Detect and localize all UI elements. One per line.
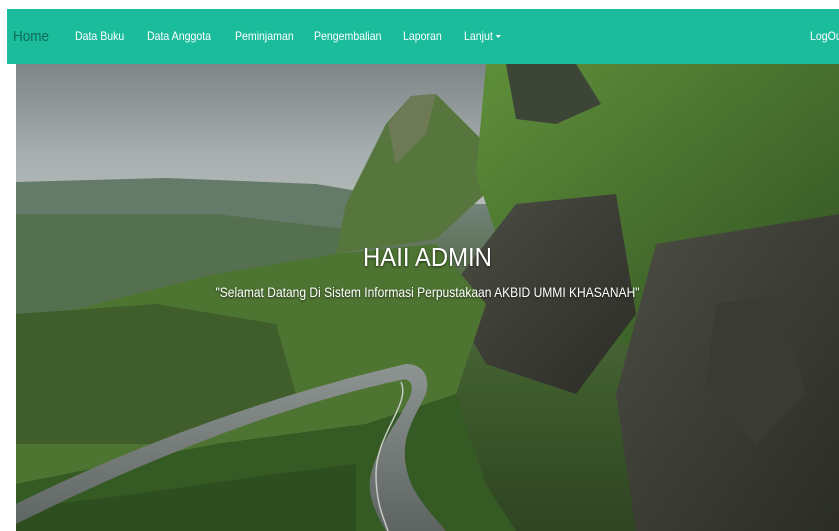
nav-lanjut-dropdown[interactable]: Lanjut xyxy=(464,9,501,64)
nav-lanjut-label: Lanjut xyxy=(464,29,493,43)
nav-peminjaman[interactable]: Peminjaman xyxy=(235,9,294,64)
caret-down-icon xyxy=(495,35,501,39)
brand-home-link[interactable]: Home xyxy=(13,9,49,64)
nav-data-anggota[interactable]: Data Anggota xyxy=(147,9,211,64)
nav-pengembalian[interactable]: Pengembalian xyxy=(314,9,382,64)
hero-title: HAII ADMIN xyxy=(363,242,492,272)
top-navbar: Home Data Buku Data Anggota Peminjaman P… xyxy=(7,9,839,64)
nav-laporan[interactable]: Laporan xyxy=(403,9,442,64)
nav-data-buku[interactable]: Data Buku xyxy=(75,9,124,64)
hero-subtitle: "Selamat Datang Di Sistem Informasi Perp… xyxy=(215,284,640,300)
hero-banner: HAII ADMIN "Selamat Datang Di Sistem Inf… xyxy=(16,64,839,531)
logout-link[interactable]: LogOut xyxy=(810,9,839,64)
